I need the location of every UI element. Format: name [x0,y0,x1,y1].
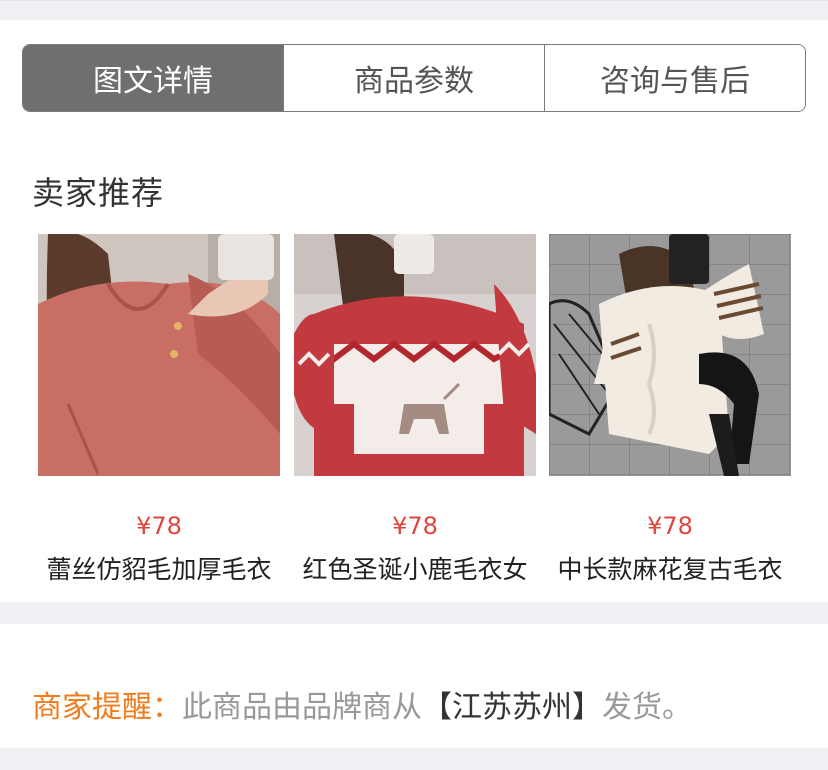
seller-recommend-title: 卖家推荐 [32,174,165,212]
tab-product-params[interactable]: 商品参数 [284,45,545,111]
product-name[interactable]: 红色圣诞小鹿毛衣女 [294,550,536,586]
product-image[interactable] [38,234,280,476]
product-image[interactable] [294,234,536,476]
product-price: ¥78 [136,512,182,540]
product-price: ¥78 [392,512,438,540]
product-card[interactable]: ¥78 红色圣诞小鹿毛衣女 [294,234,536,586]
notice-text: 此商品由品牌商从 [182,690,422,725]
product-price: ¥78 [647,512,693,540]
notice-label: 商家提醒： [32,690,182,725]
merchant-notice: 商家提醒：此商品由品牌商从【江苏苏州】发货。 [32,682,692,726]
detail-tabs: 图文详情 商品参数 咨询与售后 [22,44,806,112]
notice-text-end: 发货。 [602,690,692,725]
tab-consult-after-sales[interactable]: 咨询与售后 [545,45,805,111]
bottom-divider-strip [0,748,828,770]
merchant-notice-card: 商家提醒：此商品由品牌商从【江苏苏州】发货。 [0,624,828,748]
product-name[interactable]: 中长款麻花复古毛衣 [549,550,791,586]
notice-origin: 【江苏苏州】 [422,690,602,725]
product-card[interactable]: ¥78 蕾丝仿貂毛加厚毛衣 [38,234,280,586]
product-image[interactable] [549,234,791,476]
product-name[interactable]: 蕾丝仿貂毛加厚毛衣 [38,550,280,586]
product-card[interactable]: ¥78 中长款麻花复古毛衣 [549,234,791,586]
recommend-product-list: ¥78 蕾丝仿貂毛加厚毛衣 ¥78 红色圣诞小鹿毛衣女 ¥78 中长款麻花复古毛… [38,234,798,584]
top-divider-strip [0,0,828,20]
detail-card: 图文详情 商品参数 咨询与售后 卖家推荐 ¥78 蕾丝仿貂毛加厚毛衣 ¥78 红… [0,20,828,602]
tab-graphic-details[interactable]: 图文详情 [23,45,284,111]
